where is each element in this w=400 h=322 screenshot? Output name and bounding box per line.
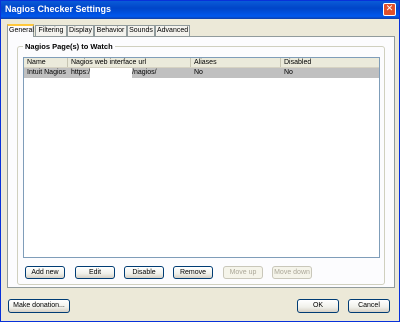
redacted-block	[90, 68, 133, 78]
settings-dialog: Nagios Checker Settings ✕ General Filter…	[0, 0, 400, 322]
row-url-prefix: https:/	[71, 69, 91, 76]
disable-button[interactable]: Disable	[124, 266, 164, 279]
tab-advanced[interactable]: Advanced	[155, 25, 190, 36]
title-bar[interactable]: Nagios Checker Settings ✕	[1, 1, 399, 19]
tab-general[interactable]: General	[7, 24, 34, 37]
tab-sounds[interactable]: Sounds	[127, 25, 155, 36]
nagios-pages-list[interactable]: Name Nagios web interface url Aliases Di…	[23, 57, 380, 258]
column-name[interactable]: Name	[24, 58, 68, 67]
list-header: Name Nagios web interface url Aliases Di…	[24, 58, 379, 68]
make-donation-button[interactable]: Make donation...	[8, 299, 70, 313]
watch-pages-group: Nagios Page(s) to Watch Name Nagios web …	[17, 42, 385, 285]
column-url[interactable]: Nagios web interface url	[68, 58, 191, 67]
row-disabled: No	[284, 69, 293, 76]
column-aliases[interactable]: Aliases	[191, 58, 281, 67]
tab-display-label: Display	[69, 27, 92, 34]
tab-filtering[interactable]: Filtering	[35, 25, 67, 36]
group-title: Nagios Page(s) to Watch	[23, 42, 115, 51]
tab-sounds-label: Sounds	[129, 27, 153, 34]
cancel-button[interactable]: Cancel	[348, 299, 390, 313]
move-down-button[interactable]: Move down	[272, 266, 312, 279]
row-aliases: No	[194, 69, 203, 76]
tab-general-label: General	[9, 27, 34, 34]
row-url: https:/ /nagios/	[68, 68, 191, 78]
edit-button[interactable]: Edit	[75, 266, 115, 279]
general-panel: Nagios Page(s) to Watch Name Nagios web …	[7, 36, 395, 288]
remove-button[interactable]: Remove	[173, 266, 213, 279]
column-disabled[interactable]: Disabled	[281, 58, 379, 67]
move-up-button[interactable]: Move up	[223, 266, 263, 279]
ok-button[interactable]: OK	[297, 299, 339, 313]
tab-behavior-label: Behavior	[96, 27, 125, 34]
tab-display[interactable]: Display	[67, 25, 94, 36]
tab-advanced-label: Advanced	[157, 27, 189, 34]
close-button[interactable]: ✕	[383, 3, 396, 16]
close-icon: ✕	[385, 4, 394, 14]
table-row[interactable]: Intuit Nagios https:/ /nagios/ No No	[24, 68, 379, 78]
tab-behavior[interactable]: Behavior	[94, 25, 127, 36]
row-name: Intuit Nagios	[27, 69, 66, 76]
row-url-suffix: /nagios/	[132, 69, 157, 76]
tab-filtering-label: Filtering	[38, 27, 64, 34]
add-new-button[interactable]: Add new	[25, 266, 65, 279]
window-title: Nagios Checker Settings	[5, 4, 112, 14]
